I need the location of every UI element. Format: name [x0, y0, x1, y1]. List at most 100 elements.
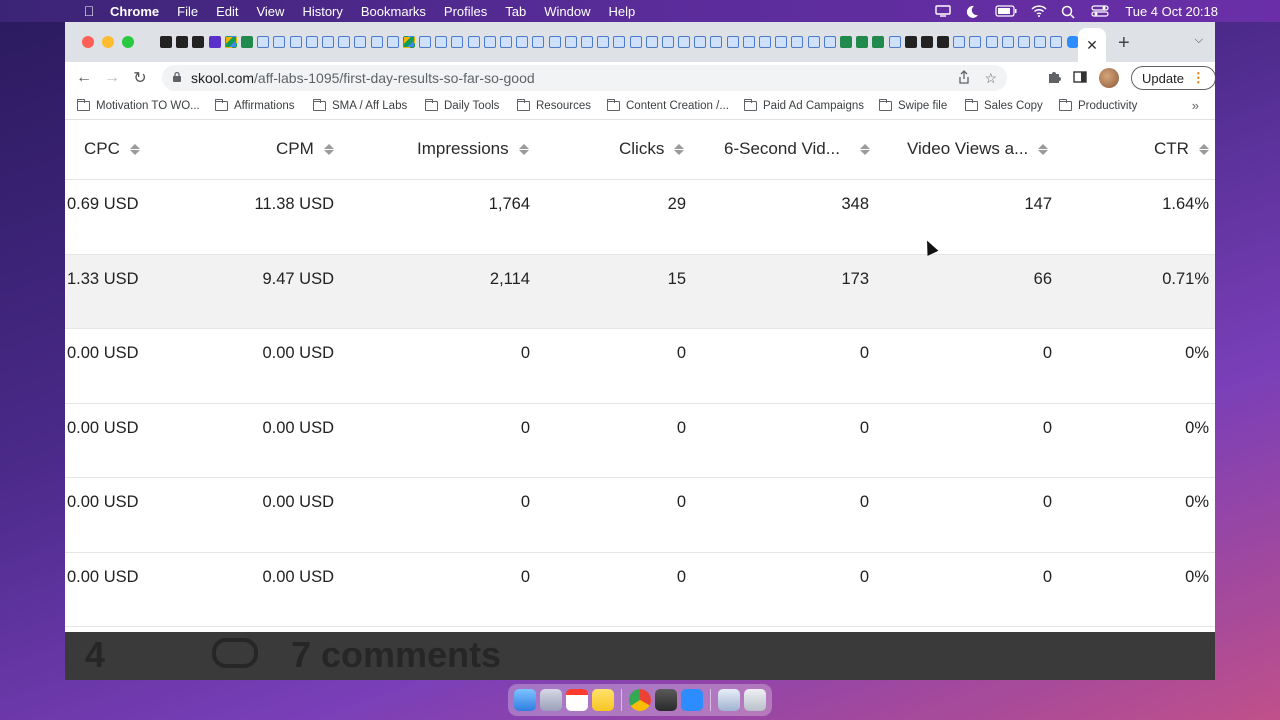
share-icon[interactable] — [958, 69, 970, 87]
notes-icon[interactable] — [592, 689, 614, 711]
pinned-tab-favicon-icon[interactable] — [725, 22, 741, 62]
reload-icon[interactable]: ↻ — [126, 68, 154, 88]
pinned-tab-favicon-icon[interactable] — [498, 22, 514, 62]
bookmark-resources[interactable]: Resources — [517, 99, 591, 112]
pinned-tab-favicon-icon[interactable] — [919, 22, 935, 62]
finder-icon[interactable] — [514, 689, 536, 711]
pinned-tab-favicon-icon[interactable] — [255, 22, 271, 62]
pinned-tab-favicon-icon[interactable] — [320, 22, 336, 62]
bookmark-motivation[interactable]: Motivation TO WO... — [77, 99, 200, 112]
header-impressions[interactable]: Impressions — [417, 139, 529, 159]
bookmark-swipe-file[interactable]: Swipe file — [879, 99, 947, 112]
chrome-icon[interactable] — [629, 689, 651, 711]
screen-mirroring-icon[interactable] — [935, 5, 951, 17]
pinned-tab-favicon-icon[interactable] — [870, 22, 886, 62]
sort-icon[interactable] — [129, 143, 140, 155]
pinned-tab-favicon-icon[interactable] — [1000, 22, 1016, 62]
pinned-tab-favicon-icon[interactable] — [223, 22, 239, 62]
pinned-tab-favicon-icon[interactable] — [190, 22, 206, 62]
menu-help[interactable]: Help — [600, 4, 645, 19]
pinned-tab-favicon-icon[interactable] — [886, 22, 902, 62]
sort-icon[interactable] — [1198, 143, 1209, 155]
sort-icon[interactable] — [518, 143, 529, 155]
bookmark-paid-ad-campaigns[interactable]: Paid Ad Campaigns — [744, 99, 864, 112]
bookmark-affirmations[interactable]: Affirmations — [215, 99, 295, 112]
new-tab-button[interactable]: + — [1118, 32, 1130, 55]
minimize-window-button[interactable] — [102, 36, 114, 48]
likes-count[interactable]: 4 — [85, 634, 105, 676]
sort-icon[interactable] — [859, 143, 870, 155]
close-tab-icon[interactable]: ✕ — [1086, 37, 1098, 54]
profile-avatar[interactable] — [1099, 68, 1119, 88]
pinned-tab-favicon-icon[interactable] — [514, 22, 530, 62]
pinned-tab-favicon-icon[interactable] — [1016, 22, 1032, 62]
close-window-button[interactable] — [82, 36, 94, 48]
pinned-tab-favicon-icon[interactable] — [676, 22, 692, 62]
active-tab[interactable]: ✕ — [1078, 28, 1106, 62]
pinned-tab-favicon-icon[interactable] — [757, 22, 773, 62]
header-video-views[interactable]: Video Views a... — [907, 139, 1049, 159]
maximize-window-button[interactable] — [122, 36, 134, 48]
pinned-tab-favicon-icon[interactable] — [482, 22, 498, 62]
lock-icon[interactable] — [172, 71, 182, 86]
pinned-tab-favicon-icon[interactable] — [158, 22, 174, 62]
address-bar[interactable]: skool.com /aff-labs-1095/first-day-resul… — [162, 65, 1007, 91]
pinned-tab-favicon-icon[interactable] — [644, 22, 660, 62]
pinned-tab-favicon-icon[interactable] — [627, 22, 643, 62]
pinned-tab-favicon-icon[interactable] — [401, 22, 417, 62]
control-center-icon[interactable] — [1091, 5, 1111, 17]
pinned-tab-favicon-icon[interactable] — [822, 22, 838, 62]
side-panel-icon[interactable] — [1073, 70, 1087, 87]
menu-edit[interactable]: Edit — [207, 4, 247, 19]
menu-window[interactable]: Window — [535, 4, 599, 19]
bookmark-sma-aff-labs[interactable]: SMA / Aff Labs — [313, 99, 407, 112]
spotlight-search-icon[interactable] — [1061, 5, 1077, 19]
pinned-tab-favicon-icon[interactable] — [660, 22, 676, 62]
pinned-tab-favicon-icon[interactable] — [530, 22, 546, 62]
pinned-tab-favicon-icon[interactable] — [611, 22, 627, 62]
menu-history[interactable]: History — [293, 4, 351, 19]
pinned-tab-favicon-icon[interactable] — [903, 22, 919, 62]
apple-icon[interactable]:  — [72, 3, 106, 19]
pinned-tab-favicon-icon[interactable] — [368, 22, 384, 62]
pinned-tab-favicon-icon[interactable] — [708, 22, 724, 62]
wifi-icon[interactable] — [1031, 5, 1047, 17]
menu-profiles[interactable]: Profiles — [435, 4, 496, 19]
pinned-tab-favicon-icon[interactable] — [741, 22, 757, 62]
back-arrow-icon[interactable]: ← — [70, 69, 98, 87]
comments-count[interactable]: 7 comments — [291, 634, 501, 676]
calendar-icon[interactable] — [566, 689, 588, 711]
header-clicks[interactable]: Clicks — [619, 139, 685, 159]
pinned-tab-favicon-icon[interactable] — [207, 22, 223, 62]
pinned-tab-favicon-icon[interactable] — [579, 22, 595, 62]
battery-icon[interactable] — [995, 5, 1017, 17]
pinned-tab-favicon-icon[interactable] — [304, 22, 320, 62]
pinned-tab-favicon-icon[interactable] — [466, 22, 482, 62]
calculator-icon[interactable] — [655, 689, 677, 711]
pinned-tab-favicon-icon[interactable] — [789, 22, 805, 62]
sort-icon[interactable] — [323, 143, 334, 155]
pinned-tab-favicon-icon[interactable] — [967, 22, 983, 62]
pinned-tab-favicon-icon[interactable] — [547, 22, 563, 62]
pinned-tab-favicon-icon[interactable] — [385, 22, 401, 62]
pinned-tab-favicon-icon[interactable] — [336, 22, 352, 62]
trash-icon[interactable] — [744, 689, 766, 711]
pinned-tab-favicon-icon[interactable] — [174, 22, 190, 62]
menu-bookmarks[interactable]: Bookmarks — [352, 4, 435, 19]
tab-search-chevron-icon[interactable]: ⌵ — [1195, 34, 1203, 47]
pinned-tab-favicon-icon[interactable] — [271, 22, 287, 62]
pinned-tab-favicon-icon[interactable] — [449, 22, 465, 62]
bookmark-star-icon[interactable]: ☆ — [984, 70, 997, 87]
pinned-tab-favicon-icon[interactable] — [417, 22, 433, 62]
clock[interactable]: Tue 4 Oct 20:18 — [1125, 4, 1218, 19]
pinned-tab-favicon-icon[interactable] — [595, 22, 611, 62]
menu-file[interactable]: File — [168, 4, 207, 19]
header-ctr[interactable]: CTR — [1154, 139, 1209, 159]
launchpad-icon[interactable] — [540, 689, 562, 711]
menu-view[interactable]: View — [247, 4, 293, 19]
forward-arrow-icon[interactable]: → — [98, 69, 126, 87]
bookmark-content-creation[interactable]: Content Creation /... — [607, 99, 729, 112]
pinned-tab-favicon-icon[interactable] — [692, 22, 708, 62]
pinned-tab-favicon-icon[interactable] — [806, 22, 822, 62]
pinned-tab-favicon-icon[interactable] — [563, 22, 579, 62]
